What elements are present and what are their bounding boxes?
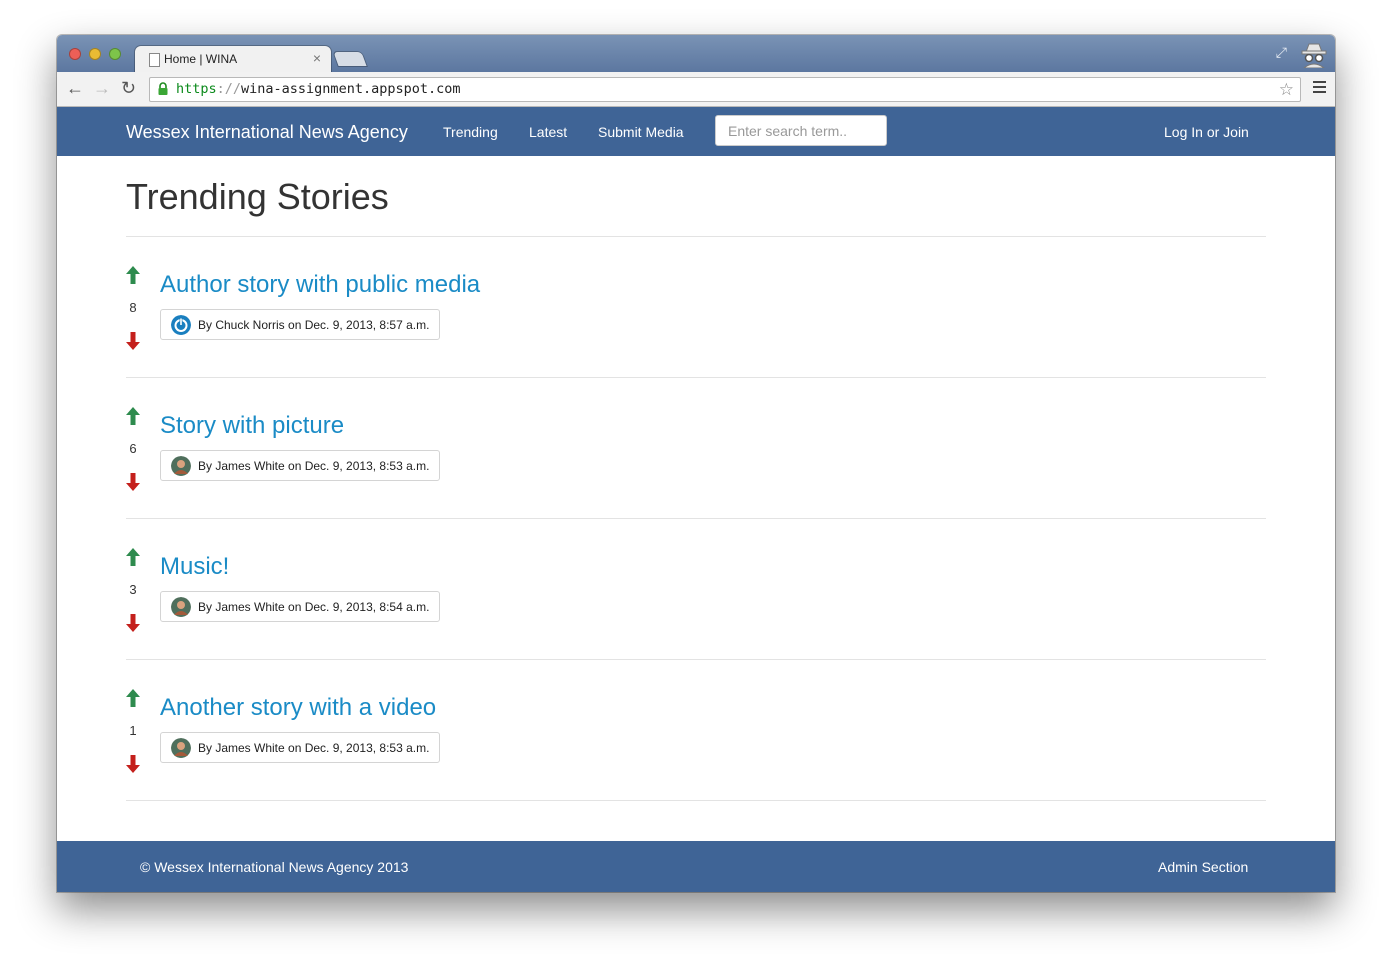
story-title-link[interactable]: Music! (160, 553, 229, 581)
story-item: 3 Music! By James White on Dec. 9, 2013,… (126, 519, 1266, 660)
power-icon (171, 314, 191, 335)
story-item: 1 Another story with a video By James Wh… (126, 660, 1266, 801)
upvote-arrow-icon[interactable] (126, 266, 140, 284)
byline-text: By James White on Dec. 9, 2013, 8:53 a.m… (198, 458, 430, 473)
site-navbar: Wessex International News Agency Trendin… (57, 107, 1335, 156)
browser-toolbar: ← → ↻ https://wina-assignment.appspot.co… (57, 72, 1335, 107)
story-title-link[interactable]: Another story with a video (160, 694, 436, 722)
zoom-window-button[interactable] (109, 48, 121, 60)
search-input[interactable] (715, 115, 887, 146)
browser-window: Home | WINA × ⤢ ← → ↻ https://wina-assig… (57, 35, 1335, 892)
vote-count: 3 (129, 582, 137, 597)
menu-icon[interactable] (1313, 81, 1326, 96)
byline-text: By Chuck Norris on Dec. 9, 2013, 8:57 a.… (198, 317, 430, 332)
copyright-text: © Wessex International News Agency 2013 (140, 859, 409, 875)
url-separator: :// (216, 81, 242, 97)
story-divider (126, 800, 1266, 801)
byline-text: By James White on Dec. 9, 2013, 8:53 a.m… (198, 740, 430, 755)
nav-link-submit-media[interactable]: Submit Media (598, 124, 684, 140)
page-icon (149, 53, 160, 67)
site-footer: © Wessex International News Agency 2013 … (57, 841, 1335, 892)
story-byline: By Chuck Norris on Dec. 9, 2013, 8:57 a.… (160, 309, 441, 340)
downvote-arrow-icon[interactable] (126, 332, 140, 350)
user-photo-icon (171, 596, 191, 617)
forward-icon[interactable]: → (93, 79, 111, 97)
story-title-link[interactable]: Story with picture (160, 412, 344, 440)
url-scheme: https (176, 81, 217, 97)
downvote-arrow-icon[interactable] (126, 614, 140, 632)
tab-close-icon[interactable]: × (313, 50, 321, 66)
user-photo-icon (171, 455, 191, 476)
brand-link[interactable]: Wessex International News Agency (126, 122, 408, 143)
upvote-arrow-icon[interactable] (126, 548, 140, 566)
upvote-arrow-icon[interactable] (126, 407, 140, 425)
story-item: 6 Story with picture By James White on D… (126, 378, 1266, 519)
admin-section-link[interactable]: Admin Section (1158, 859, 1248, 875)
upvote-arrow-icon[interactable] (126, 689, 140, 707)
login-link[interactable]: Log In or Join (1164, 124, 1249, 140)
back-icon[interactable]: ← (66, 79, 84, 97)
page-title: Trending Stories (126, 176, 389, 217)
fullscreen-icon[interactable]: ⤢ (1276, 44, 1287, 61)
close-window-button[interactable] (69, 48, 81, 60)
new-tab-button[interactable] (333, 52, 367, 66)
story-byline: By James White on Dec. 9, 2013, 8:54 a.m… (160, 591, 441, 622)
vote-count: 1 (129, 723, 137, 738)
url-text: https://wina-assignment.appspot.com (176, 81, 460, 97)
address-bar[interactable]: https://wina-assignment.appspot.com ☆ (149, 77, 1301, 102)
vote-count: 6 (129, 441, 137, 456)
user-photo-icon (171, 737, 191, 758)
vote-count: 8 (129, 300, 137, 315)
star-icon[interactable]: ☆ (1279, 80, 1294, 100)
nav-link-latest[interactable]: Latest (529, 124, 567, 140)
reload-icon[interactable]: ↻ (121, 79, 136, 97)
incognito-icon (1301, 43, 1327, 68)
story-item: 8 Author story with public media By Chuc… (126, 237, 1266, 378)
story-byline: By James White on Dec. 9, 2013, 8:53 a.m… (160, 732, 441, 763)
url-host: wina-assignment.appspot.com (241, 81, 461, 97)
downvote-arrow-icon[interactable] (126, 473, 140, 491)
lock-icon (158, 82, 168, 95)
browser-titlebar: Home | WINA × ⤢ (57, 35, 1335, 72)
browser-tab[interactable]: Home | WINA × (135, 46, 331, 72)
downvote-arrow-icon[interactable] (126, 755, 140, 773)
minimize-window-button[interactable] (89, 48, 101, 60)
nav-link-trending[interactable]: Trending (443, 124, 498, 140)
story-byline: By James White on Dec. 9, 2013, 8:53 a.m… (160, 450, 441, 481)
byline-text: By James White on Dec. 9, 2013, 8:54 a.m… (198, 599, 430, 614)
tab-title: Home | WINA (164, 52, 238, 66)
story-title-link[interactable]: Author story with public media (160, 271, 480, 299)
